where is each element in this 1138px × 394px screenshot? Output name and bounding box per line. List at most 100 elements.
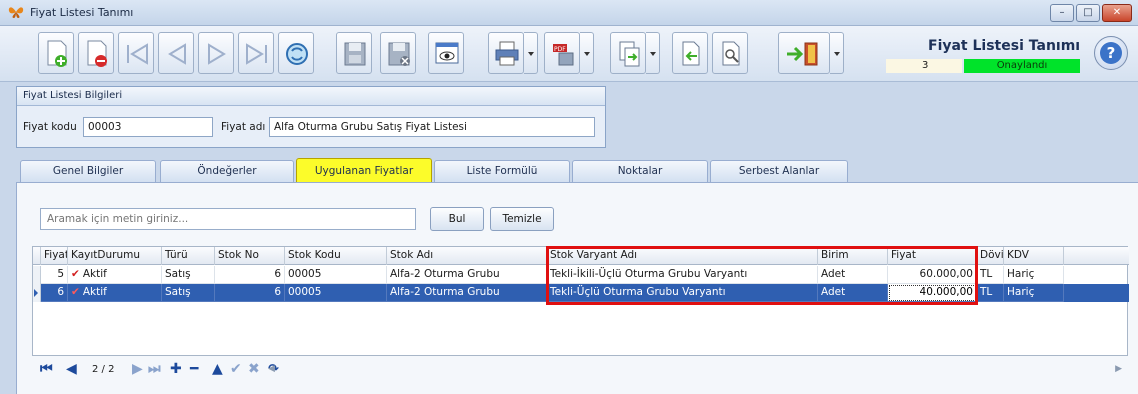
- tab-defaults[interactable]: Öndeğerler: [160, 160, 294, 182]
- cell-type[interactable]: Satış: [162, 284, 215, 302]
- header-stock-no[interactable]: Stok No: [215, 247, 285, 265]
- exit-dropdown[interactable]: [830, 32, 844, 74]
- cell-stock-code[interactable]: 00005: [285, 284, 387, 302]
- next-record-button[interactable]: [198, 32, 234, 74]
- cell-vat[interactable]: Hariç: [1004, 284, 1064, 302]
- last-record-button[interactable]: [238, 32, 274, 74]
- header-vat[interactable]: KDV: [1004, 247, 1064, 265]
- price-list-info-group: Fiyat Listesi Bilgileri Fiyat kodu 00003…: [16, 86, 606, 148]
- cell-currency[interactable]: TL: [977, 284, 1004, 302]
- scroll-right-icon[interactable]: ▶: [1115, 364, 1122, 374]
- transfer-button[interactable]: [672, 32, 708, 74]
- tab-points[interactable]: Noktalar: [572, 160, 708, 182]
- header-type[interactable]: Türü: [162, 247, 215, 265]
- checkmark-icon: ✔: [71, 268, 80, 280]
- export-pdf-button[interactable]: PDF: [544, 32, 580, 74]
- help-button[interactable]: ?: [1094, 36, 1128, 70]
- next-icon[interactable]: ▶: [132, 360, 143, 378]
- header-price[interactable]: Fiyat: [888, 247, 977, 265]
- table-row[interactable]: 5 ✔ Aktif Satış 6 00005 Alfa-2 Oturma Gru…: [33, 266, 1129, 284]
- last-icon: [246, 43, 267, 65]
- cell-stock-no[interactable]: 6: [215, 266, 285, 284]
- cell-record-status[interactable]: ✔ Aktif: [68, 284, 162, 302]
- header-variant-name[interactable]: Stok Varyant Adı: [547, 247, 818, 265]
- header-record-status[interactable]: KayıtDurumu: [68, 247, 162, 265]
- previous-record-button[interactable]: [158, 32, 194, 74]
- cell-stock-code[interactable]: 00005: [285, 266, 387, 284]
- last-page-icon[interactable]: ⏭: [148, 360, 161, 378]
- first-page-icon[interactable]: ⏮: [40, 360, 53, 378]
- header-unit[interactable]: Birim: [818, 247, 888, 265]
- previous-icon[interactable]: ◀: [66, 360, 77, 378]
- search-input[interactable]: [40, 208, 416, 230]
- cancel-icon[interactable]: ✖: [248, 360, 260, 378]
- tab-list-formula[interactable]: Liste Formülü: [434, 160, 570, 182]
- cell-record-status[interactable]: ✔ Aktif: [68, 266, 162, 284]
- remove-icon[interactable]: ━: [190, 360, 198, 378]
- tab-general[interactable]: Genel Bilgiler: [20, 160, 156, 182]
- price-code-label: Fiyat kodu: [23, 121, 77, 133]
- help-icon: ?: [1100, 42, 1122, 64]
- cell-variant-name[interactable]: Tekli-Üçlü Oturma Grubu Varyantı: [547, 284, 818, 302]
- refresh-button[interactable]: [278, 32, 314, 74]
- search-document-button[interactable]: [712, 32, 748, 74]
- find-button[interactable]: Bul: [430, 207, 484, 231]
- printer-icon: [495, 41, 519, 66]
- print-dropdown[interactable]: [524, 32, 538, 74]
- print-button[interactable]: [488, 32, 524, 74]
- cell-unit[interactable]: Adet: [818, 284, 888, 302]
- document-search-icon: [722, 41, 740, 66]
- header-stock-code[interactable]: Stok Kodu: [285, 247, 387, 265]
- cell-vat[interactable]: Hariç: [1004, 266, 1064, 284]
- cell-stock-name[interactable]: Alfa-2 Oturma Grubu: [387, 284, 547, 302]
- group-title: Fiyat Listesi Bilgileri: [17, 87, 605, 106]
- close-button[interactable]: ✕: [1102, 4, 1132, 22]
- document-arrow-icon: [682, 41, 700, 66]
- clear-button[interactable]: Temizle: [490, 207, 554, 231]
- cell-price[interactable]: 40.000,00: [888, 284, 977, 302]
- horizontal-scrollbar[interactable]: ◀ ▶: [268, 364, 1128, 376]
- save-button[interactable]: [336, 32, 372, 74]
- confirm-icon[interactable]: ✔: [230, 360, 242, 378]
- minimize-button[interactable]: –: [1050, 4, 1074, 22]
- svg-text:PDF: PDF: [554, 46, 566, 53]
- cell-fiyat-no[interactable]: 6: [41, 284, 68, 302]
- new-record-button[interactable]: [38, 32, 74, 74]
- table-row[interactable]: 6 ✔ Aktif Satış 6 00005 Alfa-2 Oturma Gru…: [33, 284, 1129, 302]
- cell-type[interactable]: Satış: [162, 266, 215, 284]
- cell-fiyat-no[interactable]: 5: [41, 266, 68, 284]
- cell-stock-name[interactable]: Alfa-2 Oturma Grubu: [387, 266, 547, 284]
- header-indicator: [33, 247, 41, 265]
- save-close-button[interactable]: [380, 32, 416, 74]
- export-dropdown[interactable]: [580, 32, 594, 74]
- cell-unit[interactable]: Adet: [818, 266, 888, 284]
- up-icon[interactable]: ▲: [212, 360, 223, 378]
- delete-record-button[interactable]: [78, 32, 114, 74]
- tab-custom-fields[interactable]: Serbest Alanlar: [710, 160, 848, 182]
- cell-price[interactable]: 60.000,00: [888, 266, 977, 284]
- form-title: Fiyat Listesi Tanımı: [928, 38, 1081, 54]
- price-code-field[interactable]: 00003: [83, 117, 213, 137]
- row-indicator: [33, 266, 41, 284]
- record-number: 3: [886, 59, 962, 73]
- header-fiyat-no[interactable]: Fiyat: [41, 247, 68, 265]
- cell-variant-name[interactable]: Tekli-İkili-Üçlü Oturma Grubu Varyantı: [547, 266, 818, 284]
- grid-navigator: ⏮ ◀ 2 / 2 ▶ ⏭ ✚ ━ ▲ ✔ ✖ ↷ ◀ ▶: [32, 356, 1128, 382]
- cell-currency[interactable]: TL: [977, 266, 1004, 284]
- preview-button[interactable]: [428, 32, 464, 74]
- copy-dropdown[interactable]: [646, 32, 660, 74]
- price-grid: Fiyat KayıtDurumu Türü Stok No Stok Kodu…: [32, 246, 1129, 356]
- first-record-button[interactable]: [118, 32, 154, 74]
- copy-button[interactable]: [610, 32, 646, 74]
- next-icon: [208, 43, 226, 65]
- exit-button[interactable]: [778, 32, 830, 74]
- scroll-left-icon[interactable]: ◀: [268, 364, 275, 374]
- tab-applied-prices[interactable]: Uygulanan Fiyatlar: [296, 158, 432, 182]
- header-stock-name[interactable]: Stok Adı: [387, 247, 547, 265]
- cell-stock-no[interactable]: 6: [215, 284, 285, 302]
- delete-document-icon: [87, 40, 107, 67]
- maximize-button[interactable]: □: [1076, 4, 1100, 22]
- price-name-field[interactable]: Alfa Oturma Grubu Satış Fiyat Listesi: [269, 117, 595, 137]
- add-icon[interactable]: ✚: [170, 360, 182, 378]
- header-currency[interactable]: Döviz: [977, 247, 1004, 265]
